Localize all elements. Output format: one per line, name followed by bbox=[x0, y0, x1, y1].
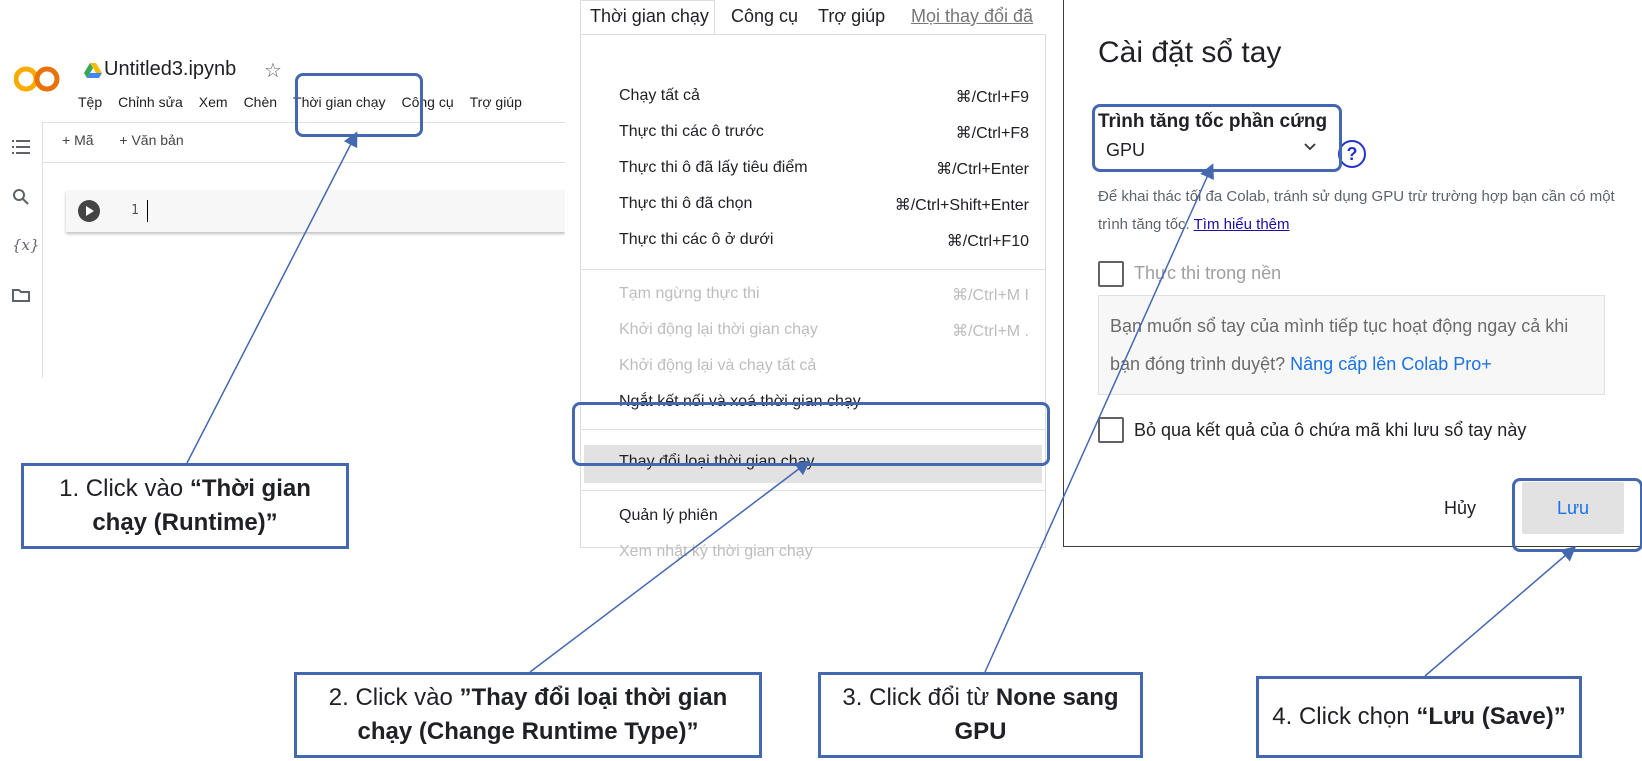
callout-step1: 1. Click vào “Thời gian chạy (Runtime)” bbox=[21, 463, 349, 549]
callout-step4: 4. Click chọn “Lưu (Save)” bbox=[1256, 676, 1582, 758]
callout-step3: 3. Click đổi từ None sang GPU bbox=[818, 672, 1143, 758]
arrow-step2 bbox=[529, 460, 811, 673]
arrow-step3 bbox=[984, 163, 1214, 673]
arrow-step1 bbox=[186, 131, 358, 464]
callout-arrows bbox=[186, 131, 1577, 677]
arrow-step4 bbox=[1424, 546, 1577, 677]
callout-step2: 2. Click vào ”Thay đổi loại thời gian ch… bbox=[294, 672, 762, 758]
